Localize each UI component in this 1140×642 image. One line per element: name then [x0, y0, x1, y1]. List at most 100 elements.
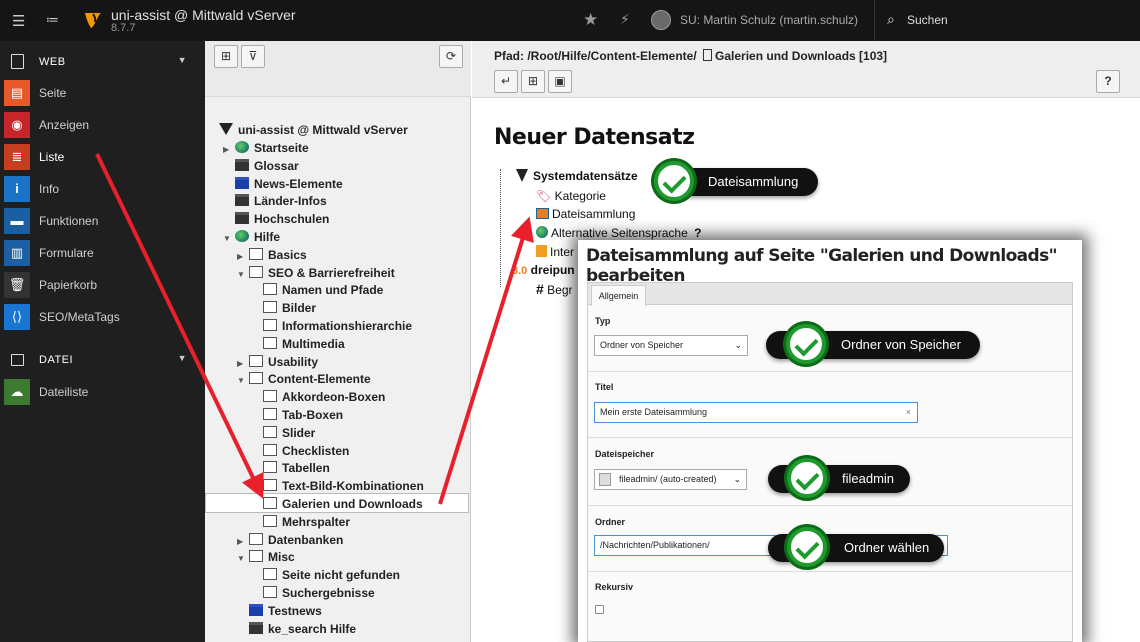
- new-record-button[interactable]: ⊞: [521, 70, 545, 93]
- site-title[interactable]: uni-assist @ Mittwald vServer: [111, 7, 296, 23]
- tree-node[interactable]: Seite nicht gefunden: [251, 566, 400, 584]
- refresh-button[interactable]: ⟳: [439, 45, 463, 68]
- page-icon: [263, 586, 277, 598]
- tree-node[interactable]: Text-Bild-Kombinationen: [251, 477, 424, 495]
- module-item-liste[interactable]: ≣ Liste: [0, 141, 205, 173]
- record-begr[interactable]: # Begr: [536, 281, 573, 297]
- help-icon[interactable]: ?: [694, 226, 701, 240]
- tree-node[interactable]: Slider: [251, 424, 315, 442]
- typ-select[interactable]: Ordner von Speicher ⌄: [594, 335, 748, 356]
- module-item-anzeigen[interactable]: ◉ Anzeigen: [0, 109, 205, 141]
- search-label[interactable]: Suchen: [907, 13, 948, 27]
- tree-node[interactable]: ▼ Misc: [237, 548, 295, 566]
- page-icon: [263, 319, 277, 331]
- record-inter[interactable]: Inter: [536, 245, 574, 259]
- folder-icon: [235, 212, 249, 225]
- filter-button[interactable]: ⊽: [241, 45, 265, 68]
- rekursiv-checkbox[interactable]: [595, 605, 604, 614]
- page-icon: [263, 301, 277, 314]
- close-button[interactable]: ↵: [494, 70, 518, 93]
- record-label: Dateisammlung: [552, 207, 636, 221]
- top-bar: ☰ ≔ uni-assist @ Mittwald vServer 8.7.7 …: [0, 0, 1140, 41]
- tree-node-label: Hochschulen: [254, 212, 330, 227]
- tree-node[interactable]: Mehrspalter: [251, 513, 350, 531]
- page-icon: [263, 336, 277, 349]
- avatar[interactable]: [651, 10, 671, 30]
- record-alternative[interactable]: Alternative Seitensprache ?: [536, 226, 701, 240]
- page-icon: [703, 49, 713, 61]
- tree-toolbar: ⊞ ⊽ ⟳: [205, 41, 471, 97]
- tree-node[interactable]: ▼ SEO & Barrierefreiheit: [237, 264, 395, 282]
- new-page-button[interactable]: ⊞: [214, 45, 238, 68]
- tree-node[interactable]: Tab-Boxen: [251, 406, 343, 424]
- tree-node[interactable]: Informationshierarchie: [251, 317, 412, 335]
- help-button[interactable]: ?: [1096, 70, 1120, 93]
- tree-node-label: Suchergebnisse: [282, 586, 375, 600]
- tree-node-label: Hilfe: [254, 230, 281, 244]
- speicher-select[interactable]: fileadmin/ (auto-created) ⌄: [594, 469, 747, 490]
- tree-node[interactable]: Tabellen: [251, 459, 330, 477]
- titel-input[interactable]: Mein erste Dateisammlung ×: [594, 402, 918, 423]
- switch-user-label[interactable]: SU: Martin Schulz (martin.schulz): [680, 13, 858, 27]
- tree-node[interactable]: ▼ Content-Elemente: [237, 370, 371, 388]
- tree-node[interactable]: Namen und Pfade: [251, 281, 383, 299]
- collapse-icon[interactable]: ▼: [223, 230, 233, 248]
- flash-icon[interactable]: ⚡: [620, 11, 630, 28]
- tree-node[interactable]: News-Elemente: [223, 175, 343, 193]
- tree-node[interactable]: Glossar: [223, 157, 299, 175]
- tree-node[interactable]: ▼ Hilfe: [223, 228, 280, 246]
- module-group-web[interactable]: WEB ▼: [0, 48, 205, 76]
- typo3-logo-icon[interactable]: [83, 10, 103, 30]
- list-toggle-icon[interactable]: ≔: [46, 12, 59, 28]
- tree-node[interactable]: Suchergebnisse: [251, 584, 375, 602]
- menu-toggle-icon[interactable]: ☰: [12, 12, 25, 30]
- search-box[interactable]: ⌕ Suchen: [874, 0, 1140, 41]
- module-item-dateiliste[interactable]: ☁ Dateiliste: [0, 376, 205, 408]
- record-kategorie[interactable]: 🏷 Kategorie: [536, 189, 606, 203]
- page-icon: [263, 514, 277, 527]
- tree-node-label: Seite nicht gefunden: [282, 568, 401, 583]
- view-page-button[interactable]: ▣: [548, 70, 572, 93]
- clear-icon[interactable]: ×: [906, 403, 911, 422]
- collapse-icon[interactable]: ▼: [237, 372, 247, 390]
- page-title: Galerien und Downloads [103]: [715, 49, 888, 63]
- collapse-icon[interactable]: ▼: [237, 550, 247, 568]
- collapse-icon[interactable]: ▼: [237, 266, 247, 284]
- tree-node[interactable]: ▶ Usability: [237, 353, 318, 371]
- module-item-seo[interactable]: ⟨⟩ SEO/MetaTags: [0, 301, 205, 333]
- module-item-formulare[interactable]: ▥ Formulare: [0, 237, 205, 269]
- tree-node[interactable]: Bilder: [251, 299, 316, 317]
- tree-node[interactable]: Checklisten: [251, 442, 349, 460]
- tree-root[interactable]: uni-assist @ Mittwald vServer: [219, 121, 408, 139]
- module-label: Anzeigen: [39, 118, 90, 132]
- tree-node[interactable]: Multimedia: [251, 335, 345, 353]
- tab-allgemein[interactable]: Allgemein: [591, 285, 646, 306]
- module-item-seite[interactable]: ▤ Seite: [0, 77, 205, 109]
- ext-icon: 3.0: [512, 265, 528, 277]
- tree-node[interactable]: Länder-Infos: [223, 192, 327, 210]
- tree-node[interactable]: Testnews: [237, 602, 322, 620]
- module-item-info[interactable]: i Info: [0, 173, 205, 205]
- tree-node[interactable]: ▶ Startseite: [223, 139, 309, 157]
- record-dreipunkt[interactable]: 3.0 dreipun: [512, 263, 575, 277]
- tree-node[interactable]: ▶ Datenbanken: [237, 531, 343, 549]
- tree-node[interactable]: Galerien und Downloads: [251, 495, 423, 513]
- page-icon: [263, 479, 277, 492]
- tree-node[interactable]: ▶ Basics: [237, 246, 307, 264]
- tree-node-label: Slider: [282, 425, 316, 440]
- tree-node[interactable]: ke_search Hilfe: [237, 620, 356, 638]
- module-group-datei[interactable]: DATEI ▼: [0, 346, 205, 374]
- page-icon: [263, 461, 277, 474]
- page-icon: [263, 568, 277, 581]
- module-item-papierkorb[interactable]: 🗑 Papierkorb: [0, 269, 205, 301]
- module-item-funktionen[interactable]: ▬ Funktionen: [0, 205, 205, 237]
- check-icon: [654, 161, 694, 201]
- tree-node[interactable]: Akkordeon-Boxen: [251, 388, 385, 406]
- record-group-label: Systemdatensätze: [533, 169, 638, 183]
- tree-node-label: ke_search Hilfe: [268, 621, 357, 636]
- tree-node-label: Länder-Infos: [254, 194, 327, 209]
- bookmark-star-icon[interactable]: ★: [583, 10, 598, 30]
- record-dateisammlung[interactable]: Dateisammlung: [536, 207, 635, 221]
- tree-node[interactable]: Hochschulen: [223, 210, 329, 228]
- tree-node-label: Checklisten: [282, 443, 350, 458]
